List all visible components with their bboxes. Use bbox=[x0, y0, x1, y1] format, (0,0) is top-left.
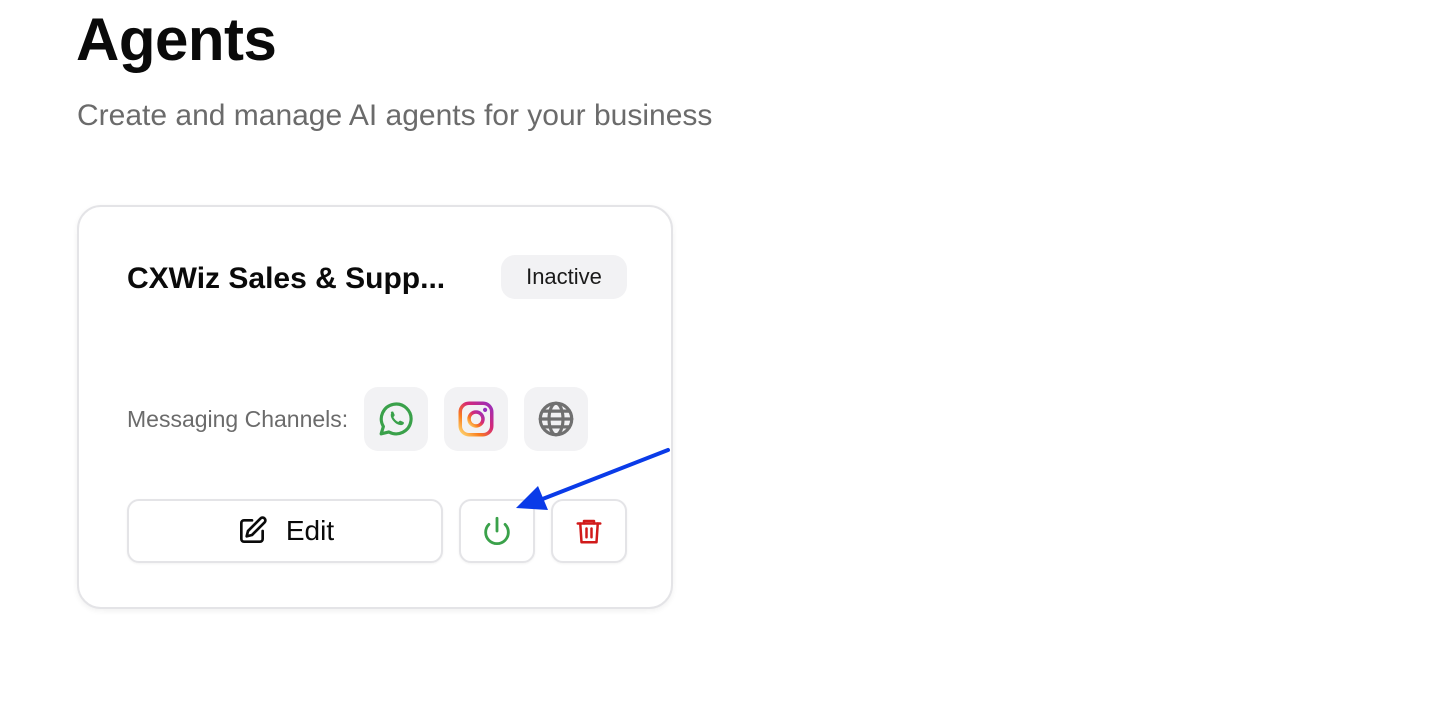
page-subtitle: Create and manage AI agents for your bus… bbox=[77, 99, 713, 132]
delete-button[interactable] bbox=[551, 499, 627, 563]
agents-page: Agents Create and manage AI agents for y… bbox=[0, 0, 1440, 728]
page-title: Agents bbox=[76, 6, 277, 73]
channel-whatsapp[interactable] bbox=[364, 387, 429, 451]
activate-toggle-button[interactable] bbox=[459, 499, 535, 563]
whatsapp-icon bbox=[379, 402, 413, 436]
channel-instagram[interactable] bbox=[444, 387, 509, 451]
agent-name: CXWiz Sales & Supp... bbox=[127, 262, 446, 295]
globe-icon bbox=[538, 401, 574, 437]
channel-website[interactable] bbox=[524, 387, 589, 451]
edit-icon bbox=[239, 516, 267, 543]
instagram-icon bbox=[458, 401, 494, 437]
power-icon bbox=[484, 516, 510, 545]
status-badge: Inactive bbox=[501, 255, 627, 299]
trash-icon bbox=[576, 519, 602, 544]
agent-card: CXWiz Sales & Supp... Inactive Messaging… bbox=[77, 205, 673, 609]
edit-button[interactable]: Edit bbox=[127, 499, 443, 563]
channels-label: Messaging Channels: bbox=[127, 405, 349, 432]
edit-label: Edit bbox=[285, 515, 335, 546]
messaging-channels: Messaging Channels: bbox=[127, 387, 604, 451]
